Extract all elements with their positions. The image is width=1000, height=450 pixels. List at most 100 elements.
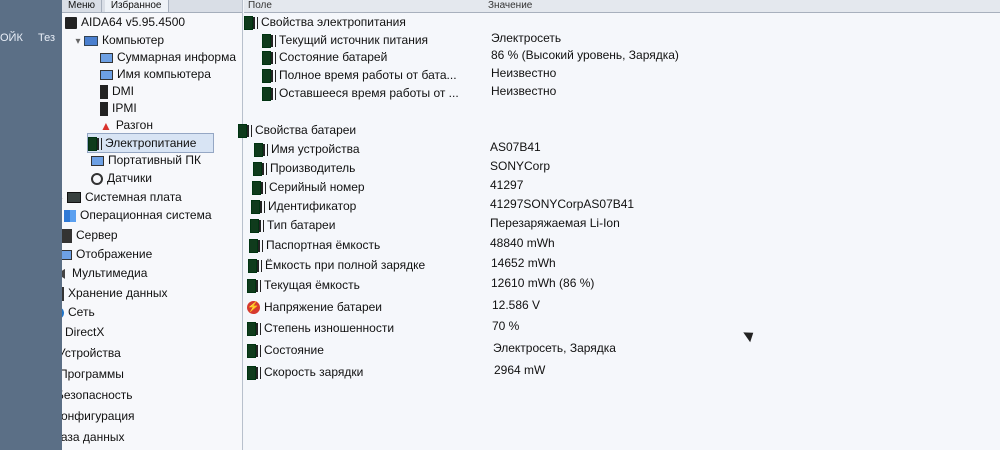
- property-row[interactable]: Степень изношенности: [247, 319, 394, 337]
- details-header: Поле Значение: [244, 0, 1000, 13]
- property-row[interactable]: Состояние: [247, 341, 324, 359]
- section-title: Свойства батареи: [255, 123, 357, 137]
- tree-item-overclock[interactable]: ▲ Разгон: [100, 116, 153, 134]
- tree-item-multimedia[interactable]: ›Мультимедиа: [62, 264, 147, 282]
- sensor-icon: [91, 172, 103, 185]
- battery-icon: [247, 365, 256, 380]
- tree-item-network[interactable]: ›Сеть: [62, 303, 95, 321]
- tab-favorites[interactable]: Избранное: [104, 0, 169, 12]
- tree-item-computer[interactable]: ▾ Компьютер: [72, 31, 164, 49]
- plug-icon: [253, 16, 258, 29]
- globe-icon: [62, 306, 64, 319]
- tree-item-label: AIDA64 v5.95.4500: [81, 15, 186, 29]
- property-row[interactable]: Тип батареи: [250, 216, 335, 234]
- plug-icon: [262, 162, 267, 175]
- battery-icon: [88, 136, 97, 151]
- battery-icon: [254, 142, 263, 157]
- property-row[interactable]: Полное время работы от бата...: [262, 66, 457, 84]
- property-value: 41297: [490, 178, 524, 192]
- tree-item-label: Программы: [62, 367, 124, 381]
- tree-item-root[interactable]: AIDA64 v5.95.4500: [65, 13, 185, 31]
- property-row[interactable]: Имя устройства: [254, 140, 360, 158]
- property-row[interactable]: Текущий источник питания: [262, 31, 428, 49]
- property-field: Идентификатор: [268, 199, 357, 213]
- tree-item-database[interactable]: ›База данных: [62, 428, 124, 446]
- tree-item-summary[interactable]: Суммарная информа: [100, 48, 236, 66]
- plug-icon: [258, 239, 263, 252]
- desktop-background: ОЙК Тез: [0, 0, 62, 450]
- property-field: Напряжение батареи: [264, 300, 383, 314]
- tree-item-sensors[interactable]: Датчики: [91, 169, 152, 187]
- property-row[interactable]: Скорость зарядки: [247, 363, 363, 381]
- tree-item-os[interactable]: ›Операционная система: [62, 206, 212, 224]
- motherboard-icon: [67, 192, 81, 204]
- plug-icon: [256, 322, 261, 335]
- tree-item-server[interactable]: ›Сервер: [62, 226, 118, 244]
- tree-item-security[interactable]: ›Безопасность: [62, 386, 133, 404]
- tree-item-dmi[interactable]: DMI: [100, 82, 134, 100]
- property-field: Оставшееся время работы от ...: [279, 86, 459, 100]
- property-field: Текущий источник питания: [279, 33, 429, 47]
- tree-item-directx[interactable]: ›XDirectX: [62, 323, 104, 341]
- battery-icon: [248, 258, 257, 273]
- battery-icon: [262, 50, 271, 65]
- property-row[interactable]: Идентификатор: [251, 197, 356, 215]
- storage-icon: [62, 286, 64, 301]
- tree-item-label: База данных: [62, 430, 125, 444]
- property-row[interactable]: Паспортная ёмкость: [249, 236, 380, 254]
- ipmi-icon: [100, 101, 108, 116]
- tree-item-label: Системная плата: [85, 190, 182, 204]
- voltage-icon: ⚡: [247, 301, 260, 315]
- tree-item-devices[interactable]: ›Устройства: [62, 344, 121, 362]
- tree-item-power[interactable]: Электропитание: [87, 133, 214, 153]
- property-row[interactable]: Оставшееся время работы от ...: [262, 84, 459, 102]
- plug-icon: [271, 69, 276, 82]
- server-icon: [62, 228, 72, 243]
- tree-item-label: Портативный ПК: [108, 153, 201, 167]
- property-row[interactable]: ⚡ Напряжение батареи: [247, 298, 382, 316]
- field-column-header[interactable]: Поле: [248, 0, 272, 12]
- tree-item-storage[interactable]: ›Хранение данных: [62, 284, 168, 302]
- property-row[interactable]: Текущая ёмкость: [247, 276, 360, 294]
- battery-icon: [250, 218, 259, 233]
- tree-item-programs[interactable]: ›Программы: [62, 365, 124, 383]
- property-field: Состояние батарей: [279, 50, 388, 64]
- tab-menu[interactable]: Меню: [62, 0, 103, 12]
- tree-item-configuration[interactable]: ›Конфигурация: [62, 407, 135, 425]
- property-field: Производитель: [270, 161, 356, 175]
- property-row[interactable]: Состояние батарей: [262, 48, 387, 66]
- value-column-header[interactable]: Значение: [488, 0, 532, 12]
- tree-item-portable[interactable]: Портативный ПК: [91, 151, 201, 169]
- property-value: Перезаряжаемая Li-Ion: [490, 216, 620, 230]
- property-row[interactable]: Ёмкость при полной зарядке: [248, 256, 425, 274]
- tree-item-label: DMI: [112, 84, 134, 98]
- tree-item-display[interactable]: ›Отображение: [62, 245, 152, 263]
- plug-icon: [247, 124, 252, 137]
- tree-item-ipmi[interactable]: IPMI: [100, 99, 137, 117]
- property-value: 86 % (Высокий уровень, Зарядка): [491, 48, 679, 62]
- battery-icon: [262, 33, 271, 48]
- tree-item-label: Разгон: [115, 118, 153, 132]
- property-field: Тип батареи: [267, 218, 336, 232]
- battery-icon: [238, 123, 247, 138]
- battery-icon: [253, 161, 262, 176]
- tree-item-label: Устройства: [62, 346, 121, 360]
- tree-item-label: Датчики: [107, 171, 152, 185]
- property-row[interactable]: Серийный номер: [252, 178, 365, 196]
- tree-item-label: Компьютер: [102, 33, 165, 47]
- battery-icon: [247, 343, 256, 358]
- property-value: Электросеть: [491, 31, 562, 45]
- section-title: Свойства электропитания: [261, 15, 406, 29]
- desktop-label: Тез: [38, 32, 56, 44]
- chevron-down-icon[interactable]: ▾: [72, 33, 84, 51]
- laptop-icon: [91, 155, 104, 166]
- tree-item-motherboard[interactable]: ›Системная плата: [62, 188, 182, 206]
- plug-icon: [259, 219, 264, 232]
- tree-item-computer-name[interactable]: Имя компьютера: [100, 65, 211, 83]
- flame-icon: ▲: [100, 118, 112, 133]
- property-row[interactable]: Производитель: [253, 159, 355, 177]
- property-field: Степень изношенности: [264, 321, 395, 335]
- battery-icon: [252, 180, 261, 195]
- plug-icon: [256, 279, 261, 292]
- battery-icon: [249, 238, 258, 253]
